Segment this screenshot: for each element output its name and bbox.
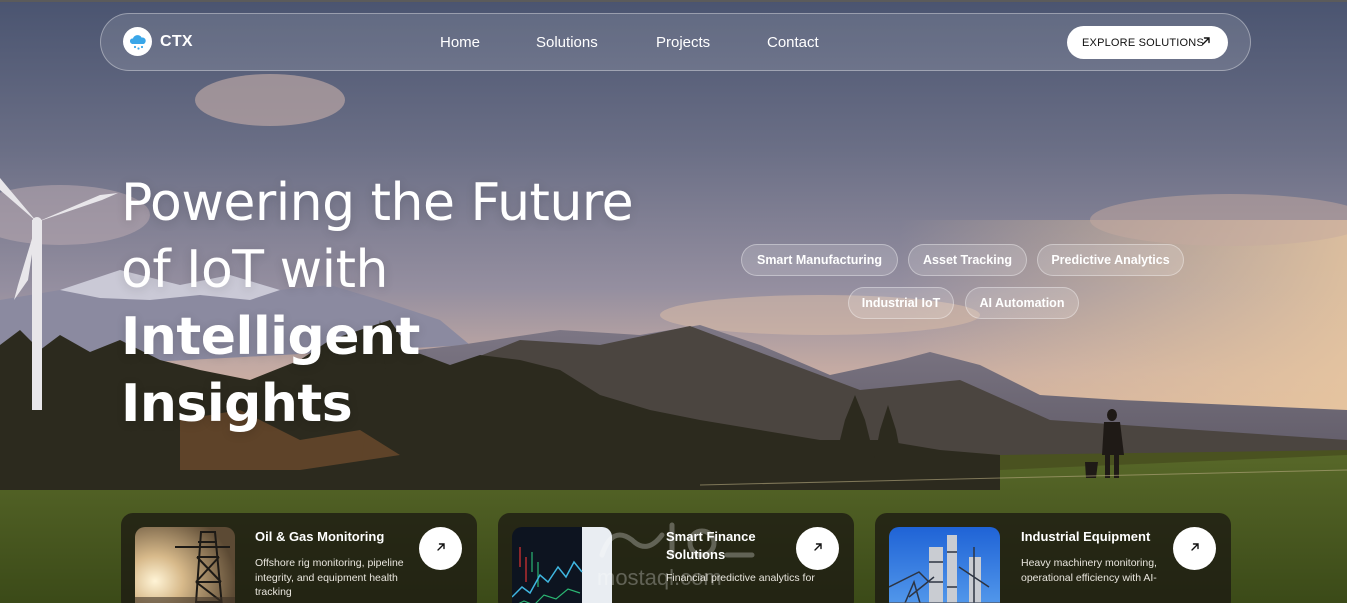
card-title: Smart Finance Solutions (666, 529, 756, 562)
industrial-plant-image (889, 527, 1000, 603)
tag-predictive-analytics[interactable]: Predictive Analytics (1037, 244, 1184, 276)
hero-title-highlight: Intelligent (121, 307, 420, 367)
window-top-border (0, 0, 1347, 2)
oil-rig-sunset-image (135, 527, 235, 603)
arrow-up-right-icon (812, 541, 824, 556)
card-smart-finance[interactable]: Smart Finance Solutions Financial predic… (498, 513, 854, 603)
arrow-up-right-icon (1189, 541, 1201, 556)
card-oil-gas[interactable]: Oil & Gas Monitoring Offshore rig monito… (121, 513, 477, 603)
nav-link-projects[interactable]: Projects (656, 34, 767, 51)
hero-title-line3: Insights (121, 374, 353, 434)
brand-name: CTX (160, 32, 193, 50)
nav-links: Home Solutions Projects Contact (440, 34, 837, 51)
hero-title: Powering the Future of IoT with Intellig… (121, 170, 681, 438)
card-open-button[interactable] (419, 527, 462, 570)
card-industrial-equipment[interactable]: Industrial Equipment Heavy machinery mon… (875, 513, 1231, 603)
tag-smart-manufacturing[interactable]: Smart Manufacturing (741, 244, 898, 276)
hero-title-line2: of IoT with (121, 240, 388, 300)
finance-chart-screen-image (512, 527, 612, 603)
tag-industrial-iot[interactable]: Industrial IoT (848, 287, 954, 319)
nav-link-contact[interactable]: Contact (767, 34, 837, 51)
nav-link-home[interactable]: Home (440, 34, 536, 51)
arrow-up-right-icon (1200, 35, 1212, 50)
explore-solutions-label: EXPLORE SOLUTIONS (1082, 36, 1204, 49)
arrow-up-right-icon (435, 541, 447, 556)
top-navbar: CTX Home Solutions Projects Contact EXPL… (100, 13, 1251, 71)
tag-asset-tracking[interactable]: Asset Tracking (908, 244, 1027, 276)
brand[interactable]: CTX (123, 27, 193, 56)
card-open-button[interactable] (1173, 527, 1216, 570)
cloud-rain-icon (123, 27, 152, 56)
card-description: Heavy machinery monitoring, operational … (1021, 557, 1157, 584)
explore-solutions-button[interactable]: EXPLORE SOLUTIONS (1067, 26, 1228, 59)
nav-link-solutions[interactable]: Solutions (536, 34, 656, 51)
card-title: Industrial Equipment (1021, 529, 1151, 544)
card-open-button[interactable] (796, 527, 839, 570)
card-description: Offshore rig monitoring, pipeline integr… (255, 557, 404, 598)
hero-title-line1: Powering the Future (121, 173, 634, 233)
card-description: Financial predictive analytics for (666, 572, 815, 584)
tag-ai-automation[interactable]: AI Automation (965, 287, 1079, 319)
card-title: Oil & Gas Monitoring (255, 529, 385, 544)
